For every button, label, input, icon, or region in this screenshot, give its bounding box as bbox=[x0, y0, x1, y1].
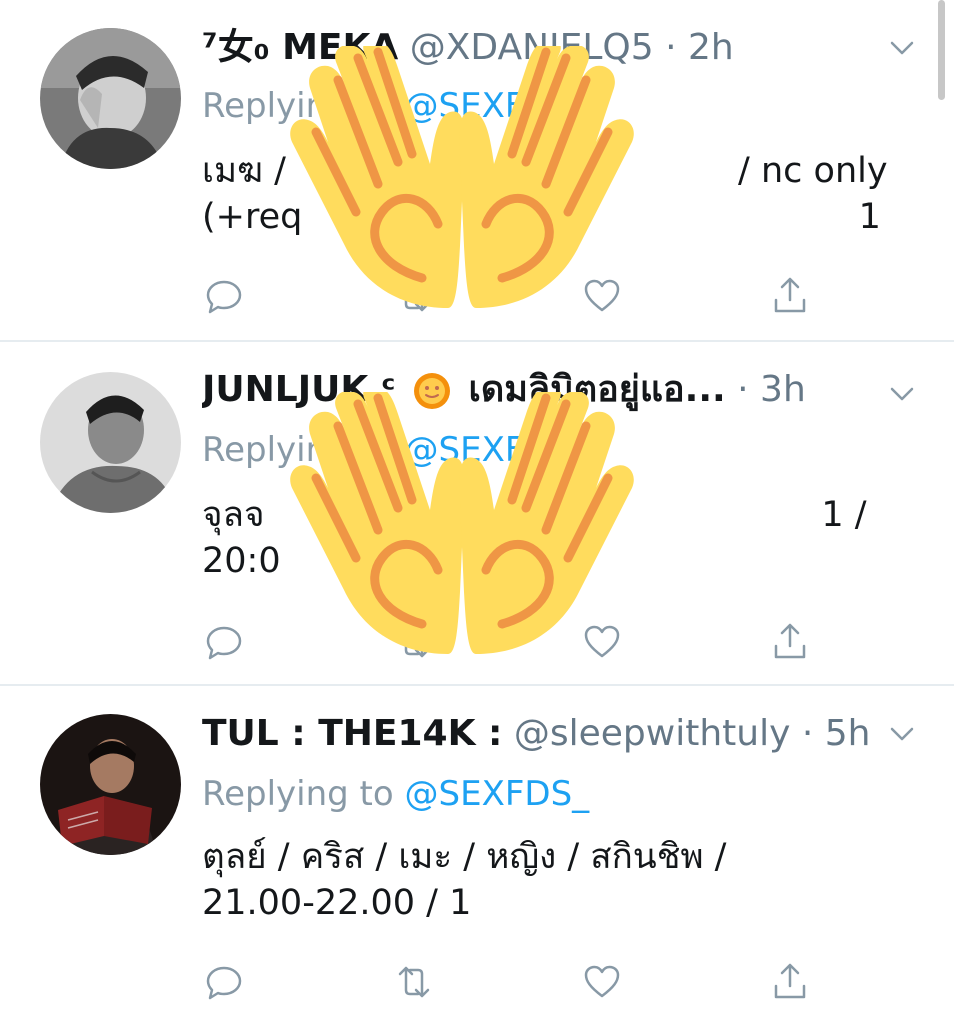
chevron-down-icon[interactable] bbox=[882, 28, 922, 68]
heart-icon[interactable] bbox=[580, 960, 624, 1004]
tweet-text-line: ตุลย์ / คริส / เมะ / หญิง / สกินชิพ / bbox=[202, 837, 727, 877]
avatar[interactable] bbox=[40, 28, 181, 169]
reply-icon[interactable] bbox=[202, 620, 246, 664]
reply-icon[interactable] bbox=[202, 960, 246, 1004]
share-icon[interactable] bbox=[768, 620, 812, 664]
timestamp[interactable]: 3h bbox=[760, 369, 806, 410]
reply-prefix: Replying to bbox=[202, 774, 394, 814]
chevron-down-icon[interactable] bbox=[882, 374, 922, 414]
scrollbar[interactable] bbox=[938, 0, 945, 100]
chevron-down-icon[interactable] bbox=[882, 714, 922, 754]
timestamp[interactable]: 5h bbox=[825, 713, 871, 754]
tweet-text: ตุลย์ / คริส / เมะ / หญิง / สกินชิพ / 21… bbox=[202, 834, 842, 926]
share-icon[interactable] bbox=[768, 960, 812, 1004]
tweet-3[interactable]: TUL : THE14K : @sleepwithtuly · 5h Reply… bbox=[0, 686, 954, 1024]
avatar[interactable] bbox=[40, 372, 181, 513]
share-icon[interactable] bbox=[768, 274, 812, 318]
tweet-header: TUL : THE14K : @sleepwithtuly · 5h bbox=[202, 713, 871, 754]
display-name[interactable]: TUL : THE14K : bbox=[202, 713, 502, 754]
avatar[interactable] bbox=[40, 714, 181, 855]
mention-link[interactable]: @SEXFDS_ bbox=[405, 774, 590, 814]
raising-hands-emoji bbox=[252, 392, 672, 662]
timestamp[interactable]: 2h bbox=[688, 27, 734, 68]
user-handle[interactable]: @sleepwithtuly bbox=[514, 713, 791, 754]
raising-hands-emoji bbox=[252, 46, 672, 316]
retweet-icon[interactable] bbox=[392, 960, 436, 1004]
tweet-text-line: 21.00-22.00 / 1 bbox=[202, 883, 472, 923]
replying-to: Replying to @SEXFDS_ bbox=[202, 770, 589, 818]
reply-icon[interactable] bbox=[202, 274, 246, 318]
tweet-actions bbox=[202, 960, 822, 1004]
